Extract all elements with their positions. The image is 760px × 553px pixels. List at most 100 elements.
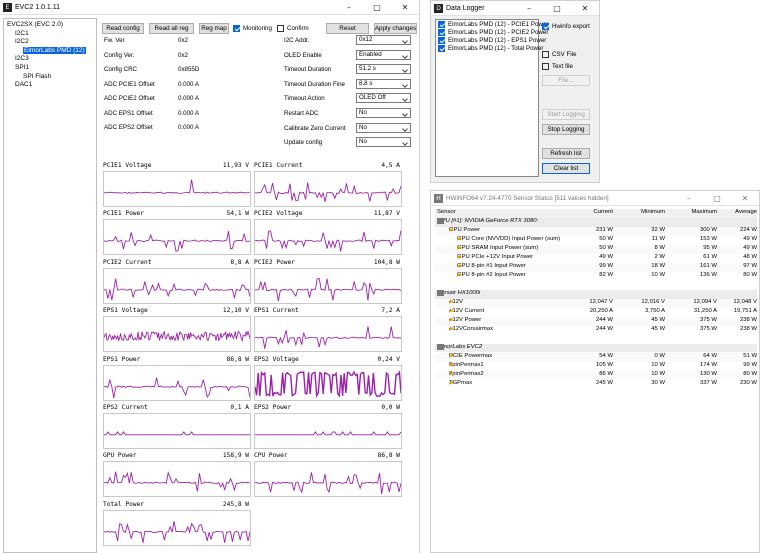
file-button[interactable]: File... [542, 75, 590, 86]
sensor-value-min: 32 W [651, 227, 665, 234]
sensor-row[interactable]: PCIE Powermax 54 W 0 W 64 W 51 W [435, 352, 757, 362]
tree-item-elmorlabs-pmd[interactable]: ElmorLabs PMD (12) [22, 45, 87, 55]
plot-value: 12,10 V [222, 307, 249, 315]
sensor-label: GPU 8-pin #2 Input Power [457, 271, 526, 278]
plot-title: PCIE1 Voltage [103, 162, 152, 169]
setting-dropdown[interactable]: 51.2 s [356, 64, 411, 75]
logger-item-2[interactable]: ElmorLabs PMD (12) - PCIE2 Power [438, 29, 548, 37]
sensor-row[interactable]: 8pinPermax2 86 W 10 W 130 W 80 W [435, 370, 757, 380]
confirm-checkbox[interactable]: Confirm [277, 25, 309, 32]
sensor-value-current: 54 W [599, 352, 613, 359]
close-icon[interactable]: ✕ [391, 3, 419, 12]
tree-item-dac1[interactable]: DAC1 [7, 81, 93, 90]
minimize-icon[interactable]: – [335, 3, 363, 12]
logger-close-icon[interactable]: ✕ [571, 4, 599, 13]
power-bolt-icon [457, 236, 461, 244]
tree-item-i2c3[interactable]: I2C3 [7, 55, 93, 64]
sensor-row[interactable]: GPU PCIe +12V Input Power 49 W 2 W 61 W 48 W [435, 254, 757, 263]
logger-item-label: ElmorLabs PMD (12) - Total Power [448, 45, 544, 53]
tree-item-spi1[interactable]: SPI1 [7, 64, 93, 73]
clear-list-button[interactable]: Clear list [542, 163, 590, 174]
sensor-row[interactable]: +12VCorsairmax 244 W 45 W 375 W 238 W [435, 325, 757, 335]
hwinfo-minimize-icon[interactable]: – [675, 194, 703, 203]
column-header[interactable]: Sensor [437, 209, 456, 215]
plot-series-line [255, 431, 401, 436]
tree-item-evc2sx[interactable]: EVC2SX (EVC 2.0) [7, 21, 93, 30]
sensor-value-min: 10 W [651, 370, 665, 377]
sensor-row[interactable]: TGPmax 245 W 30 W 337 W 230 W [435, 379, 757, 389]
setting-dropdown[interactable]: Enabled [356, 49, 411, 60]
stop-logging-button[interactable]: Stop Logging [542, 124, 590, 135]
sensor-group-row[interactable]: GPU [#1]: NVIDIA GeForce RTX 3080: [435, 218, 757, 228]
reg-map-button[interactable]: Reg map [199, 23, 229, 34]
reset-button[interactable]: Reset [326, 23, 369, 34]
info-value: 0.000 A [178, 95, 199, 102]
refresh-list-button[interactable]: Refresh list [542, 148, 590, 159]
column-header[interactable]: Minimum [641, 209, 665, 215]
tree-item-i2c1[interactable]: I2C1 [7, 30, 93, 39]
sensor-value-avg: 80 W [743, 271, 757, 278]
sensor-row[interactable]: +12V Power 244 W 45 W 375 W 238 W [435, 316, 757, 326]
logger-minimize-icon[interactable]: – [515, 4, 543, 13]
plot-title: PCIE1 Current [254, 162, 303, 169]
sensor-value-min: 30 W [651, 379, 665, 386]
setting-dropdown[interactable]: 0x12 [356, 35, 411, 45]
sensor-value-max: 61 W [703, 254, 717, 261]
maximize-icon[interactable]: □ [363, 3, 391, 12]
confirm-label: Confirm [287, 25, 309, 33]
sensor-label: GPU PCIe +12V Input Power [457, 254, 534, 261]
tree-item-spi-flash[interactable]: SPI Flash [7, 73, 93, 82]
sensor-row[interactable]: GPU 8-pin #1 Input Power 99 W 18 W 161 W 97 … [435, 263, 757, 272]
plot-value: 8,8 A [230, 258, 249, 266]
sensor-row[interactable]: 8pinPermax1 105 W 10 W 174 W 99 W [435, 361, 757, 371]
setting-dropdown[interactable]: No [356, 108, 411, 118]
evc2-titlebar: E EVC2 1.0.1.11 – □ ✕ [0, 0, 419, 15]
device-tree[interactable]: EVC2SX (EVC 2.0) I2C1 I2C2 ElmorLabs PMD… [3, 18, 97, 553]
text-file-checkbox[interactable]: Text file [542, 63, 573, 70]
start-logging-button[interactable]: Start Logging [542, 109, 590, 120]
apply-changes-button[interactable]: Apply changes [374, 23, 417, 34]
setting-label: Timeout Action [284, 95, 325, 103]
logger-maximize-icon[interactable]: □ [543, 4, 571, 13]
plot-series-line [255, 369, 401, 398]
logger-item-1[interactable]: ElmorLabs PMD (12) - PCIE1 Power [438, 21, 548, 29]
logger-item-4[interactable]: ElmorLabs PMD (12) - Total Power [438, 45, 543, 53]
hwinfo-close-icon[interactable]: ✕ [731, 194, 759, 203]
setting-dropdown[interactable]: OLED Off [356, 93, 411, 104]
sensor-row[interactable]: GPU SRAM Input Power (sum) 50 W 8 W 95 W 49 … [435, 245, 757, 255]
sensor-group-row[interactable]: Corsair HX1000i [435, 289, 757, 299]
monitoring-checkbox[interactable]: Monitoring [233, 25, 272, 32]
sensor-group-row[interactable]: ElmorLabs EVC2 [435, 343, 757, 353]
sensor-table: Sensor Current Minimum Maximum Average GPU [#… [435, 209, 757, 549]
column-header[interactable]: Average [735, 209, 757, 215]
setting-dropdown[interactable]: No [356, 137, 411, 148]
plot-title: CPU Power [254, 452, 288, 460]
info-value: 0.000 A [178, 124, 199, 131]
plot-title: EPS1 Power [103, 355, 141, 363]
setting-dropdown[interactable]: No [356, 122, 411, 133]
hwinfo-titlebar: H HWiNFO64 v7.24-4770 Sensor Status [511… [431, 191, 759, 206]
logger-sensor-list[interactable]: ElmorLabs PMD (12) - PCIE1 Power ElmorLa… [435, 19, 548, 177]
column-header[interactable]: Current [593, 209, 613, 215]
csv-file-checkbox[interactable]: CSV File [542, 51, 576, 58]
sensor-row[interactable]: GPU Core (NVVDD) Input Power (sum) 50 W 11… [435, 236, 757, 246]
read-config-button[interactable]: Read config [102, 23, 144, 34]
column-header[interactable]: Maximum [691, 209, 717, 215]
sensor-row[interactable]: +12V 12,047 V 12,016 V 12,094 V 12,048 V [435, 299, 757, 308]
sensor-row[interactable]: GPU Power 231 W 32 W 300 W 224 W [435, 227, 757, 237]
read-all-reg-button[interactable]: Read all reg [149, 23, 194, 34]
sensor-value-min: 10 W [651, 271, 665, 278]
setting-dropdown[interactable]: 8.8 s [356, 78, 411, 89]
plot-graph [103, 413, 251, 449]
hwinfo-export-checkbox[interactable]: Hwinfo export [542, 23, 590, 30]
setting-label: Update config [284, 139, 323, 147]
tree-item-i2c2[interactable]: I2C2 [7, 38, 93, 47]
hwinfo-maximize-icon[interactable]: □ [703, 194, 731, 203]
sensor-label: 8pinPermax2 [449, 370, 484, 377]
sensor-row[interactable]: GPU 8-pin #2 Input Power 82 W 10 W 136 W 80 … [435, 271, 757, 281]
sensor-value-avg: 19,751 A [733, 307, 757, 314]
sensor-value-max: 64 W [703, 352, 717, 359]
sensor-value-max: 174 W [699, 361, 717, 368]
logger-item-3[interactable]: ElmorLabs PMD (12) - EPS1 Power [438, 37, 546, 45]
sensor-row[interactable]: +12V Current 20,250 A 3,750 A 31,250 A 19,75… [435, 307, 757, 317]
